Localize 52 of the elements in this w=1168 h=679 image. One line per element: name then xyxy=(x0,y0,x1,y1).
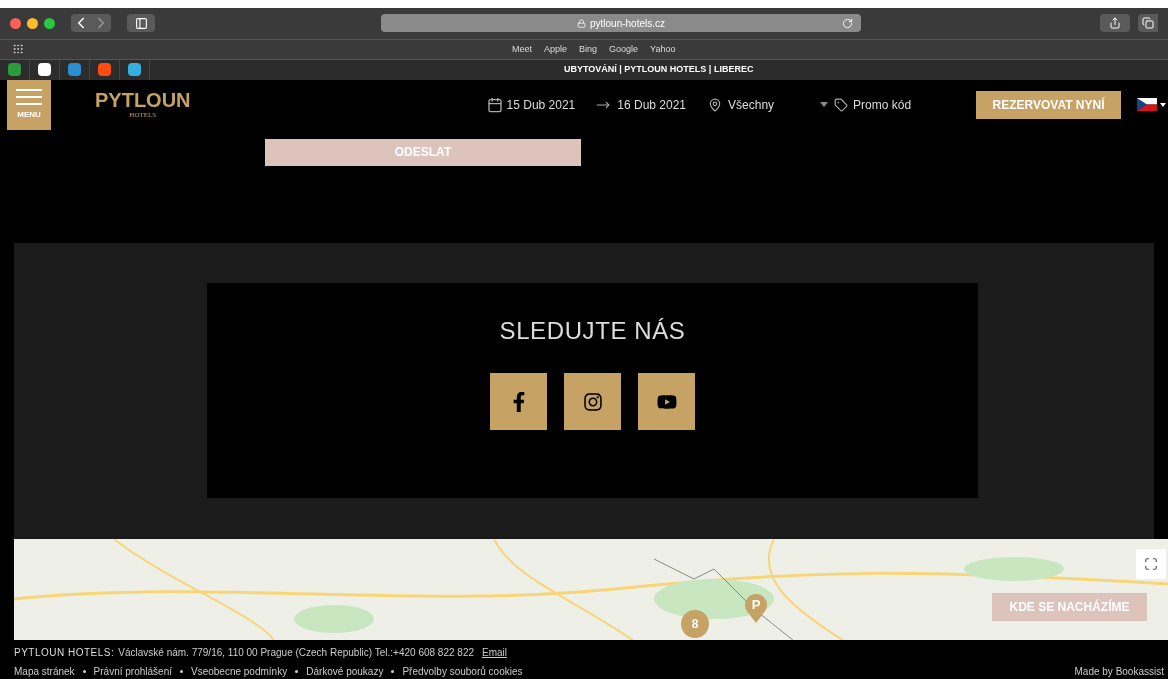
footer-link[interactable]: Dárkové poukazy xyxy=(306,664,384,679)
fullscreen-icon xyxy=(1144,556,1158,571)
favorite-link[interactable]: Google xyxy=(609,42,639,57)
instagram-icon xyxy=(582,391,603,412)
email-link[interactable]: Email xyxy=(482,645,508,660)
footer-link[interactable]: Mapa stránek xyxy=(14,664,75,679)
promo-code-field[interactable]: Promo kód xyxy=(853,95,912,114)
fullscreen-button[interactable] xyxy=(1136,548,1166,579)
favorite-link[interactable]: Apple xyxy=(544,42,568,57)
bullet-separator xyxy=(391,670,395,673)
tabs-icon xyxy=(1142,17,1154,30)
tag-icon xyxy=(834,97,849,112)
favorite-link[interactable]: Bing xyxy=(579,42,598,57)
favorite-link[interactable]: Yahoo xyxy=(650,42,676,57)
check-in-date[interactable]: 15 Dub 2021 xyxy=(506,95,576,114)
minimize-window-icon[interactable] xyxy=(27,17,38,29)
tabs-button[interactable] xyxy=(1138,14,1158,33)
instagram-link[interactable] xyxy=(564,373,621,431)
sidebar-toggle-button[interactable] xyxy=(127,14,155,33)
tab-title[interactable]: UBYTOVÁNÍ | PYTLOUN HOTELS | LIBEREC xyxy=(564,63,754,77)
facebook-link[interactable] xyxy=(490,373,547,431)
language-select[interactable] xyxy=(1137,98,1166,112)
dropdown-caret-icon[interactable] xyxy=(820,102,829,108)
share-button[interactable] xyxy=(1100,14,1130,33)
location-select[interactable]: Všechny xyxy=(728,95,775,114)
footer-brand: PYTLOUN HOTELS: xyxy=(14,646,115,660)
reload-icon[interactable] xyxy=(842,17,853,29)
footer-address: Václavské nám. 779/16, 110 00 Prague (Czech Republic) Tel.:+420 608 822 822 xyxy=(118,646,474,660)
pinned-tab-icon[interactable] xyxy=(128,63,141,77)
footer-link[interactable]: Právní prohlášení xyxy=(93,664,172,679)
pinned-tab-icon[interactable] xyxy=(38,63,51,77)
lock-icon xyxy=(576,18,586,28)
sidebar-icon xyxy=(134,16,148,30)
flag-icon xyxy=(1137,98,1157,112)
bullet-separator xyxy=(180,670,183,673)
credit-text: Made by Bookassist xyxy=(1074,665,1164,679)
logo-text[interactable]: PYTLOUN xyxy=(95,89,191,110)
location-pin-icon xyxy=(708,97,723,112)
check-out-date[interactable]: 16 Dub 2021 xyxy=(617,95,687,114)
calendar-icon xyxy=(486,96,503,113)
maximize-window-icon[interactable] xyxy=(44,17,55,29)
share-icon xyxy=(1109,17,1121,30)
footer-link[interactable]: Vseobecne podmínky xyxy=(191,664,288,679)
favorite-link[interactable]: Meet xyxy=(512,42,532,57)
close-window-icon[interactable] xyxy=(10,17,21,29)
footer-link[interactable]: Předvolby souborů cookies xyxy=(402,664,523,679)
grid-icon[interactable] xyxy=(12,43,24,56)
bullet-separator xyxy=(82,670,86,673)
bullet-separator xyxy=(295,670,299,673)
youtube-link[interactable] xyxy=(638,373,695,431)
url-text: pytloun-hotels.cz xyxy=(589,16,665,31)
section-title: SLEDUJTE NÁS xyxy=(499,316,686,347)
